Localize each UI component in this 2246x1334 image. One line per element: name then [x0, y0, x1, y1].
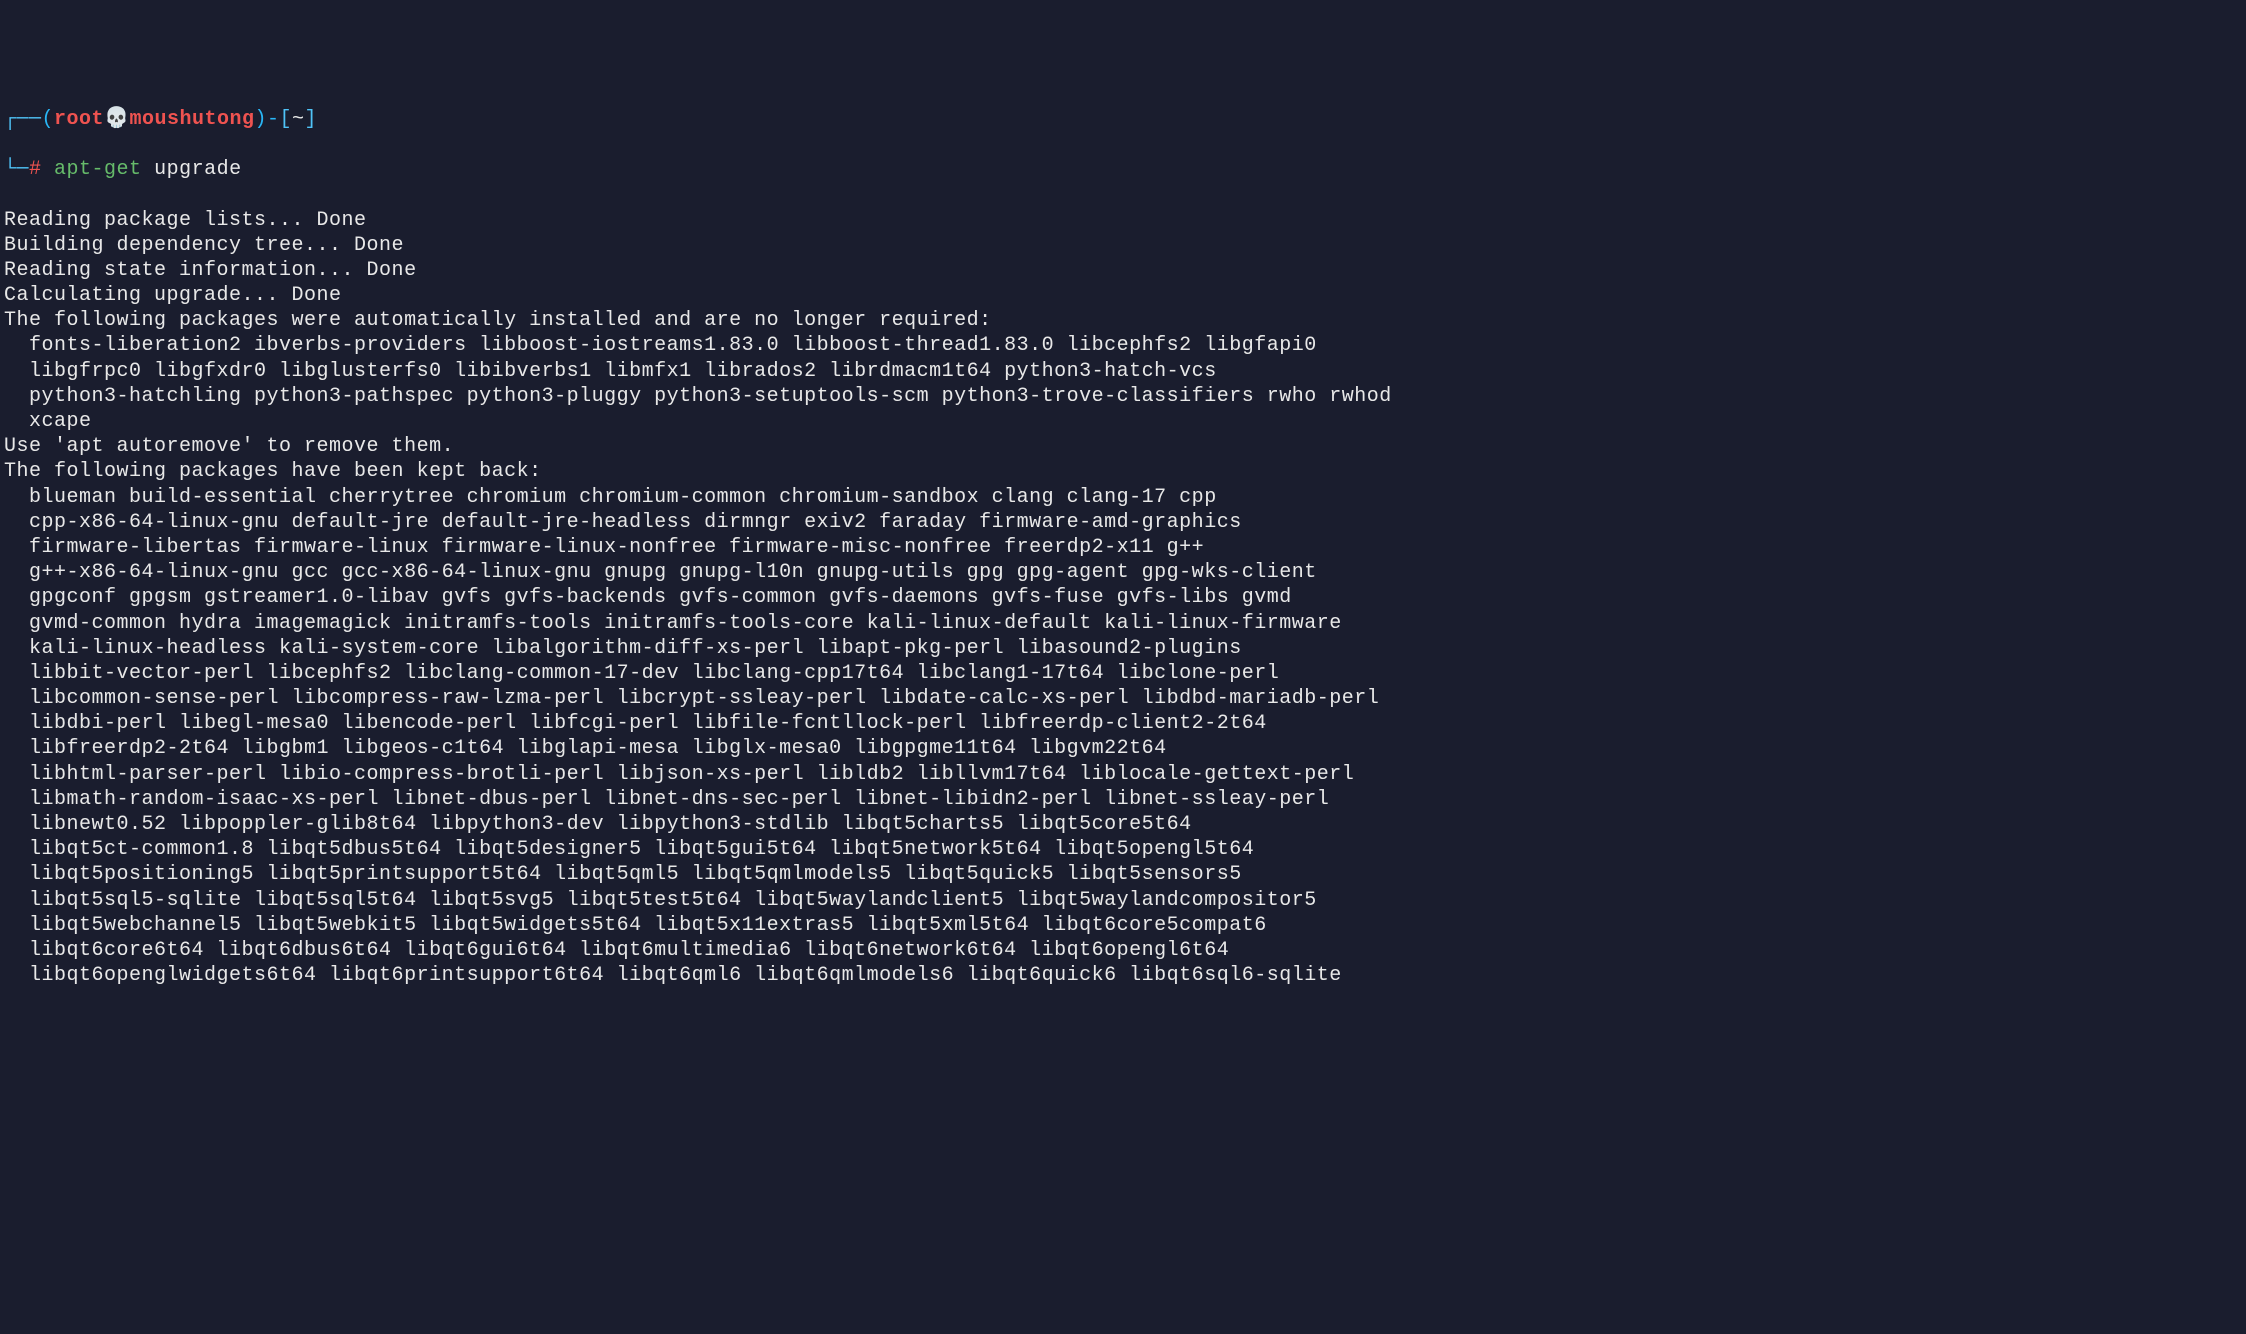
- output-line: Reading package lists... Done: [4, 209, 367, 232]
- output-line: libbit-vector-perl libcephfs2 libclang-c…: [4, 662, 1279, 685]
- output-line: libqt5positioning5 libqt5printsupport5t6…: [4, 863, 1242, 886]
- prompt-corner-top: ┌──: [4, 108, 42, 131]
- prompt-corner-bottom: └─: [4, 158, 29, 181]
- output-line: libqt6core6t64 libqt6dbus6t64 libqt6gui6…: [4, 939, 1229, 962]
- prompt-host: moushutong: [129, 108, 254, 131]
- prompt-line-1: ┌──(root💀moushutong)-[~]: [4, 107, 2242, 132]
- output-line: Building dependency tree... Done: [4, 234, 404, 257]
- output-line: cpp-x86-64-linux-gnu default-jre default…: [4, 511, 1242, 534]
- output-line: python3-hatchling python3-pathspec pytho…: [4, 385, 1392, 408]
- output-line: libcommon-sense-perl libcompress-raw-lzm…: [4, 687, 1379, 710]
- prompt-user: root: [54, 108, 104, 131]
- output-line: libhtml-parser-perl libio-compress-brotl…: [4, 763, 1354, 786]
- command: apt-get: [54, 158, 142, 181]
- output-line: Use 'apt autoremove' to remove them.: [4, 435, 454, 458]
- output-line: The following packages were automaticall…: [4, 309, 992, 332]
- output-line: g++-x86-64-linux-gnu gcc gcc-x86-64-linu…: [4, 561, 1317, 584]
- output-line: gpgconf gpgsm gstreamer1.0-libav gvfs gv…: [4, 586, 1292, 609]
- prompt-hash: #: [29, 158, 42, 181]
- prompt-bracket-close: ]: [305, 108, 318, 131]
- output-line: blueman build-essential cherrytree chrom…: [4, 486, 1217, 509]
- output-line: libnewt0.52 libpoppler-glib8t64 libpytho…: [4, 813, 1192, 836]
- skull-icon: 💀: [104, 108, 129, 131]
- output-line: libqt5sql5-sqlite libqt5sql5t64 libqt5sv…: [4, 889, 1317, 912]
- prompt-dash: -: [267, 108, 280, 131]
- output-line: kali-linux-headless kali-system-core lib…: [4, 637, 1242, 660]
- output-line: Reading state information... Done: [4, 259, 417, 282]
- output-line: The following packages have been kept ba…: [4, 460, 542, 483]
- prompt-paren-close: ): [254, 108, 267, 131]
- command-arg: upgrade: [154, 158, 242, 181]
- output-line: libgfrpc0 libgfxdr0 libglusterfs0 libibv…: [4, 360, 1217, 383]
- output-line: libqt5ct-common1.8 libqt5dbus5t64 libqt5…: [4, 838, 1254, 861]
- output-line: fonts-liberation2 ibverbs-providers libb…: [4, 334, 1317, 357]
- output-line: xcape: [4, 410, 92, 433]
- output-line: libdbi-perl libegl-mesa0 libencode-perl …: [4, 712, 1267, 735]
- output-line: libfreerdp2-2t64 libgbm1 libgeos-c1t64 l…: [4, 737, 1167, 760]
- prompt-tilde: ~: [292, 108, 305, 131]
- output-line: gvmd-common hydra imagemagick initramfs-…: [4, 612, 1342, 635]
- prompt-line-2: └─# apt-get upgrade: [4, 157, 2242, 182]
- output-line: libqt6openglwidgets6t64 libqt6printsuppo…: [4, 964, 1342, 987]
- output-line: libqt5webchannel5 libqt5webkit5 libqt5wi…: [4, 914, 1267, 937]
- prompt-paren-open: (: [42, 108, 55, 131]
- terminal-output[interactable]: ┌──(root💀moushutong)-[~] └─# apt-get upg…: [4, 107, 2242, 989]
- output-line: firmware-libertas firmware-linux firmwar…: [4, 536, 1204, 559]
- prompt-bracket-open: [: [280, 108, 293, 131]
- output-line: Calculating upgrade... Done: [4, 284, 342, 307]
- output-line: libmath-random-isaac-xs-perl libnet-dbus…: [4, 788, 1329, 811]
